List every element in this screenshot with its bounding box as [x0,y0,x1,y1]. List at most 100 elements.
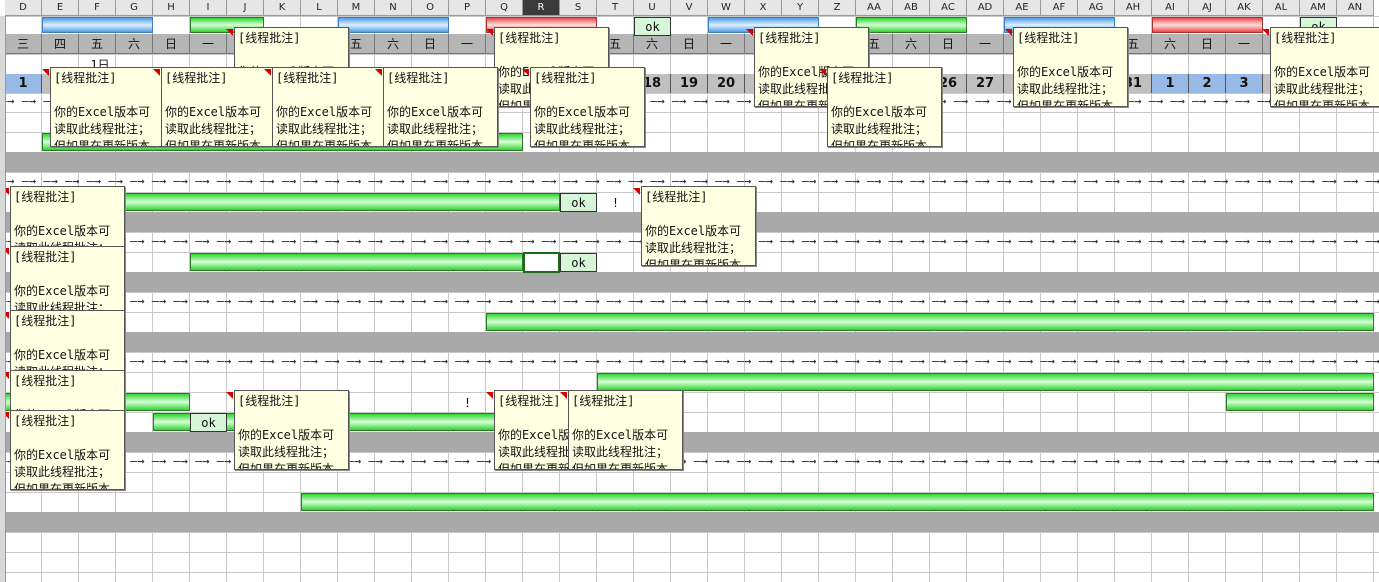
comment-title: [线程批注] [498,31,561,45]
column-header-af[interactable]: AF [1041,0,1078,16]
column-header-v[interactable]: V [671,0,708,16]
thread-comment[interactable]: [线程批注] 你的Excel版本可读取此线程批注；但如果在更新版本中打开此工作簿，… [10,410,125,490]
day-number-cell: 2 [1189,74,1226,93]
thread-comment[interactable]: [线程批注] 你的Excel版本可读取此线程批注；但如果在更新版本中打开此工作簿，… [161,67,276,147]
grid-hline [0,472,1379,473]
column-header-an[interactable]: AN [1337,0,1374,16]
column-header-ad[interactable]: AD [967,0,1004,16]
column-header-j[interactable]: J [227,0,264,16]
comment-title: [线程批注] [276,71,339,85]
weekday-cell: 四 [42,34,79,54]
comment-title: [线程批注] [1274,31,1337,45]
column-header-g[interactable]: G [116,0,153,16]
day-number-cell: 27 [967,74,1004,93]
grid-hline [0,452,1379,453]
comment-title: [线程批注] [14,314,77,328]
column-header-u[interactable]: U [634,0,671,16]
comment-title: [线程批注] [572,394,635,408]
comment-indicator [633,188,640,195]
comment-body: 你的Excel版本可读取此线程批注；但如果在更新版本中打开此工作簿，则可以对其进… [572,428,669,470]
comment-indicator [1262,29,1269,36]
column-header-q[interactable]: Q [486,0,523,16]
comment-title: [线程批注] [14,250,77,264]
comment-title: [线程批注] [831,71,894,85]
weekday-cell: 一 [1226,34,1263,54]
comment-indicator [522,69,529,76]
ok-marker: ok [560,193,597,212]
weekday-cell: 六 [116,34,153,54]
thread-comment[interactable]: [线程批注] 你的Excel版本可读取此线程批注；但如果在更新版本中打开此工作簿，… [641,186,756,266]
column-header-w[interactable]: W [708,0,745,16]
column-header-p[interactable]: P [449,0,486,16]
thread-comment[interactable]: [线程批注] 你的Excel版本可读取此线程批注；但如果在更新版本中打开此工作簿，… [272,67,387,147]
column-header-e[interactable]: E [42,0,79,16]
column-header-s[interactable]: S [560,0,597,16]
column-header-ak[interactable]: AK [1226,0,1263,16]
weekday-cell: 六 [375,34,412,54]
task-bar [597,373,1374,391]
timeline-bar-red [1152,17,1263,33]
column-header-n[interactable]: N [375,0,412,16]
comment-body: 你的Excel版本可读取此线程批注；但如果在更新版本中打开此工作簿，则可以对其进… [534,105,631,147]
grid-hline [0,54,1379,55]
dependency-arrow-row: —→ —→ —→ —→ —→ —→ —→ —→ —→ —→ —→ —→ —→ —… [0,454,1379,468]
comment-title: [线程批注] [387,71,450,85]
comment-body: 你的Excel版本可读取此线程批注；但如果在更新版本中打开此工作簿，则可以对其进… [238,428,335,470]
weekday-cell: 一 [708,34,745,54]
column-header-x[interactable]: X [745,0,782,16]
grid-hline [0,572,1379,573]
selected-cell[interactable] [523,252,560,273]
spreadsheet-grid[interactable]: D E F G H I J K L M N O P Q R S T U V W X Y Z AA AB AC AD AE AF AG AH A… [0,0,1379,582]
column-header-al[interactable]: AL [1263,0,1300,16]
grid-hline [0,292,1379,293]
thread-comment[interactable]: [线程批注] 你的Excel版本可读取此线程批注；但如果在更新版本中打开此工作簿，… [568,390,683,470]
comment-body: 你的Excel版本可读取此线程批注；但如果在更新版本中打开此工作簿，则可以对其进… [1274,65,1371,107]
column-header-t[interactable]: T [597,0,634,16]
ok-marker: ok [560,253,597,272]
comment-title: [线程批注] [238,31,301,45]
column-header-ai[interactable]: AI [1152,0,1189,16]
comment-title: [线程批注] [14,374,77,388]
column-header-aj[interactable]: AJ [1189,0,1226,16]
column-header-ae[interactable]: AE [1004,0,1041,16]
comment-indicator [486,29,493,36]
grid-hline [0,552,1379,553]
column-header-ab[interactable]: AB [893,0,930,16]
task-bar [301,493,1374,511]
comment-indicator [264,69,271,76]
column-header-h[interactable]: H [153,0,190,16]
column-header-l[interactable]: L [301,0,338,16]
column-header-aa[interactable]: AA [856,0,893,16]
day-number-cell: 1 [1152,74,1189,93]
column-header-ah[interactable]: AH [1115,0,1152,16]
column-header-o[interactable]: O [412,0,449,16]
thread-comment[interactable]: [线程批注] 你的Excel版本可读取此线程批注；但如果在更新版本中打开此工作簿，… [234,390,349,470]
thread-comment[interactable]: [线程批注] 你的Excel版本可读取此线程批注；但如果在更新版本中打开此工作簿，… [1270,27,1379,107]
ok-marker: ok [190,413,227,432]
thread-comment[interactable]: [线程批注] 你的Excel版本可读取此线程批注；但如果在更新版本中打开此工作簿，… [530,67,645,147]
column-header-m[interactable]: M [338,0,375,16]
column-header-f[interactable]: F [79,0,116,16]
thread-comment[interactable]: [线程批注] 你的Excel版本可读取此线程批注；但如果在更新版本中打开此工作簿，… [383,67,498,147]
column-header-ag[interactable]: AG [1078,0,1115,16]
weekday-cell: 一 [190,34,227,54]
day-number-cell: 3 [1226,74,1263,93]
timeline-bar-green [856,17,967,33]
column-header-am[interactable]: AM [1300,0,1337,16]
thread-comment[interactable]: [线程批注] 你的Excel版本可读取此线程批注；但如果在更新版本中打开此工作簿，… [1013,27,1128,107]
thread-comment[interactable]: [线程批注] 你的Excel版本可读取此线程批注；但如果在更新版本中打开此工作簿，… [827,67,942,147]
row-header-gutter[interactable] [0,16,6,582]
column-header-d[interactable]: D [5,0,42,16]
comment-body: 你的Excel版本可读取此线程批注；但如果在更新版本中打开此工作簿，则可以对其进… [14,448,111,490]
column-header-y[interactable]: Y [782,0,819,16]
column-header-i[interactable]: I [190,0,227,16]
grid-hline [0,392,1379,393]
column-header-r[interactable]: R [523,0,560,16]
column-header-ac[interactable]: AC [930,0,967,16]
comment-body: 你的Excel版本可读取此线程批注；但如果在更新版本中打开此工作簿，则可以对其进… [54,105,151,147]
comment-indicator [746,29,753,36]
column-header-z[interactable]: Z [819,0,856,16]
grid-hline [0,172,1379,173]
thread-comment[interactable]: [线程批注] 你的Excel版本可读取此线程批注；但如果在更新版本中打开此工作簿，… [50,67,165,147]
column-header-k[interactable]: K [264,0,301,16]
